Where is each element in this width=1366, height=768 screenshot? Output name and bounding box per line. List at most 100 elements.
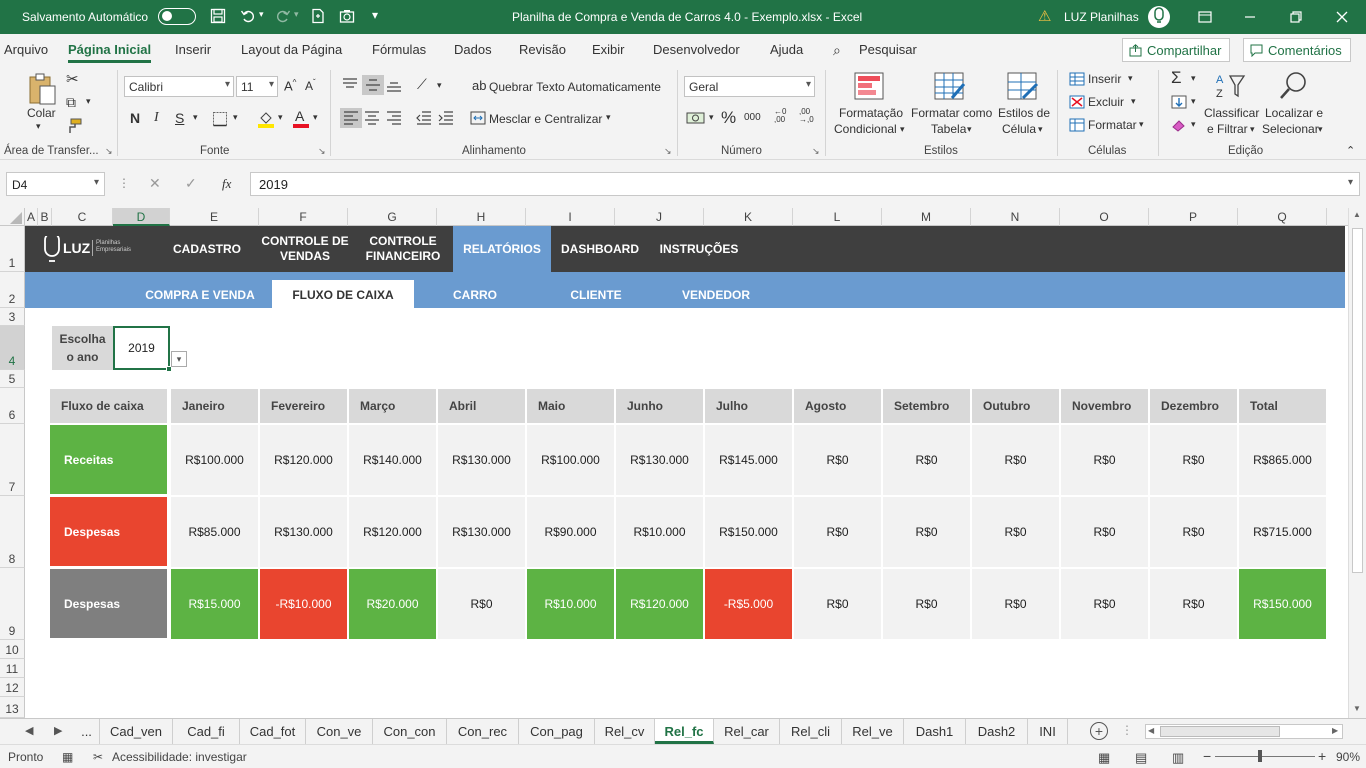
- font-name-select[interactable]: Calibri: [124, 76, 234, 97]
- table-cell[interactable]: R$865.000: [1239, 425, 1326, 495]
- align-center-icon[interactable]: [364, 111, 380, 125]
- menu-desenvolvedor[interactable]: Desenvolvedor: [653, 42, 740, 57]
- sheet-tab-rel-ve[interactable]: Rel_ve: [842, 719, 904, 744]
- column-header-n[interactable]: N: [971, 208, 1060, 226]
- find-select-icon[interactable]: [1278, 70, 1310, 102]
- copy-dropdown-icon[interactable]: ▾: [86, 96, 91, 107]
- vertical-scroll-thumb[interactable]: [1352, 228, 1363, 573]
- redo-dropdown-icon[interactable]: ▾: [294, 9, 299, 20]
- sheet-tab-dash1[interactable]: Dash1: [904, 719, 966, 744]
- conditional-format-dropdown-icon[interactable]: ▾: [900, 124, 905, 135]
- borders-dropdown-icon[interactable]: ▾: [233, 112, 238, 123]
- sort-filter-icon[interactable]: AZ: [1214, 72, 1246, 100]
- accounting-dropdown-icon[interactable]: ▾: [709, 112, 714, 123]
- row-header-3[interactable]: 3: [0, 308, 25, 326]
- cell-styles-label-2[interactable]: Célula: [1002, 122, 1036, 136]
- format-as-table-label[interactable]: Formatar como: [911, 106, 992, 120]
- column-header-q[interactable]: Q: [1238, 208, 1327, 226]
- nav-cadastro[interactable]: CADASTRO: [165, 226, 249, 272]
- cell-styles-dropdown-icon[interactable]: ▾: [1038, 124, 1043, 135]
- sheet-tab-rel-cv[interactable]: Rel_cv: [595, 719, 655, 744]
- alignment-launcher-icon[interactable]: ↘: [664, 146, 672, 157]
- table-cell[interactable]: R$145.000: [705, 425, 792, 495]
- increase-indent-icon[interactable]: [438, 111, 454, 125]
- hscroll-right-icon[interactable]: ▶: [1332, 726, 1338, 735]
- insert-cells-button[interactable]: Inserir: [1088, 72, 1121, 86]
- delete-dropdown-icon[interactable]: ▾: [1131, 96, 1136, 107]
- search-box[interactable]: Pesquisar: [859, 42, 917, 57]
- column-header-e[interactable]: E: [170, 208, 259, 226]
- format-cells-icon[interactable]: [1069, 118, 1085, 132]
- decrease-indent-icon[interactable]: [416, 111, 432, 125]
- select-all-corner[interactable]: [0, 208, 25, 226]
- merge-dropdown-icon[interactable]: ▾: [606, 112, 611, 123]
- decrease-decimal-icon[interactable]: ,00 →,0: [799, 108, 814, 124]
- subnav-compra-venda[interactable]: COMPRA E VENDA: [135, 280, 265, 308]
- table-cell[interactable]: R$0: [1061, 497, 1148, 567]
- copy-icon[interactable]: ⧉: [66, 94, 76, 111]
- row-header-7[interactable]: 7: [0, 424, 25, 496]
- autosave-toggle[interactable]: [158, 8, 196, 25]
- find-select-label-2[interactable]: Selecionar: [1262, 122, 1319, 136]
- number-launcher-icon[interactable]: ↘: [812, 146, 820, 157]
- orientation-icon[interactable]: ⟋: [417, 76, 427, 93]
- table-cell[interactable]: R$0: [972, 569, 1059, 639]
- conditional-format-label[interactable]: Formatação: [839, 106, 903, 120]
- cancel-icon[interactable]: ✕: [149, 175, 161, 192]
- table-cell[interactable]: R$0: [883, 497, 970, 567]
- expand-formula-bar-icon[interactable]: ▾: [1348, 177, 1353, 188]
- underline-icon[interactable]: S: [175, 110, 184, 126]
- sheet-tab-rel-car[interactable]: Rel_car: [714, 719, 780, 744]
- accessibility-status[interactable]: Acessibilidade: investigar: [112, 750, 247, 764]
- undo-icon[interactable]: [240, 8, 256, 24]
- table-cell[interactable]: R$0: [1150, 497, 1237, 567]
- column-header-g[interactable]: G: [348, 208, 437, 226]
- zoom-slider-thumb[interactable]: [1258, 750, 1262, 762]
- table-cell[interactable]: R$120.000: [349, 497, 436, 567]
- column-header-c[interactable]: C: [52, 208, 113, 226]
- insert-dropdown-icon[interactable]: ▾: [1128, 73, 1133, 84]
- clear-dropdown-icon[interactable]: ▾: [1191, 119, 1196, 130]
- clear-icon[interactable]: [1171, 118, 1187, 132]
- clipboard-launcher-icon[interactable]: ↘: [105, 146, 113, 157]
- sheet-tab-ini[interactable]: INI: [1028, 719, 1068, 744]
- zoom-slider[interactable]: [1215, 756, 1315, 757]
- format-cells-button[interactable]: Formatar: [1088, 118, 1137, 132]
- column-header-m[interactable]: M: [882, 208, 971, 226]
- nav-relatorios[interactable]: RELATÓRIOS: [453, 226, 551, 272]
- macro-record-icon[interactable]: ▦: [62, 750, 73, 764]
- sort-filter-dropdown-icon[interactable]: ▾: [1250, 124, 1255, 135]
- row-header-2[interactable]: 2: [0, 272, 25, 308]
- restore-icon[interactable]: [1284, 6, 1308, 28]
- fill-dropdown-icon[interactable]: ▾: [1191, 96, 1196, 107]
- row-header-12[interactable]: 12: [0, 678, 25, 697]
- font-color-dropdown-icon[interactable]: ▾: [313, 112, 318, 123]
- conditional-format-icon[interactable]: [854, 72, 884, 100]
- scroll-down-icon[interactable]: ▼: [1353, 704, 1361, 713]
- table-cell[interactable]: R$20.000: [349, 569, 436, 639]
- subnav-cliente[interactable]: CLIENTE: [546, 280, 646, 308]
- fill-icon[interactable]: [1171, 95, 1187, 109]
- align-bottom-icon[interactable]: [386, 78, 402, 92]
- sheet-tab-cad-ven[interactable]: Cad_ven: [100, 719, 173, 744]
- cell-styles-label[interactable]: Estilos de: [998, 106, 1050, 120]
- undo-dropdown-icon[interactable]: ▾: [259, 9, 264, 20]
- increase-font-icon[interactable]: A^: [284, 78, 296, 93]
- menu-layout[interactable]: Layout da Página: [241, 42, 342, 57]
- increase-decimal-icon[interactable]: ←0,00: [774, 108, 786, 124]
- row-header-9[interactable]: 9: [0, 568, 25, 640]
- table-cell[interactable]: R$715.000: [1239, 497, 1326, 567]
- sheet-tab-cad-fot[interactable]: Cad_fot: [240, 719, 306, 744]
- sheet-tab-dash2[interactable]: Dash2: [966, 719, 1028, 744]
- find-select-label[interactable]: Localizar e: [1265, 106, 1323, 120]
- align-middle-icon[interactable]: [362, 75, 384, 95]
- name-box[interactable]: D4: [6, 172, 105, 196]
- table-cell[interactable]: R$130.000: [616, 425, 703, 495]
- table-cell[interactable]: R$0: [794, 497, 881, 567]
- column-header-h[interactable]: H: [437, 208, 526, 226]
- align-top-icon[interactable]: [342, 78, 358, 92]
- sort-filter-label-2[interactable]: e Filtrar: [1207, 122, 1248, 136]
- column-header-j[interactable]: J: [615, 208, 704, 226]
- font-color-icon[interactable]: A: [292, 108, 310, 128]
- table-cell[interactable]: R$0: [1061, 569, 1148, 639]
